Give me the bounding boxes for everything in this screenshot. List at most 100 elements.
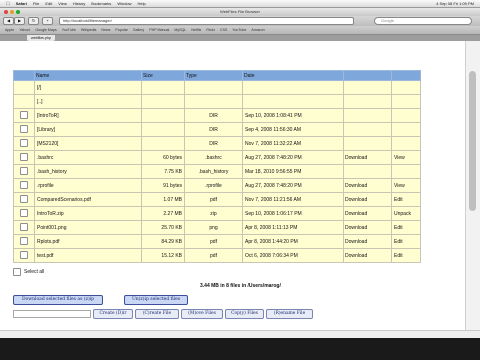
bookmark-item[interactable]: CSS xyxy=(220,28,227,32)
bookmark-item[interactable]: Flickr xyxy=(206,28,215,32)
download-link[interactable]: Download xyxy=(343,178,392,193)
bookmark-item[interactable]: Netflix xyxy=(191,28,201,32)
row-select-checkbox[interactable] xyxy=(13,206,35,221)
bookmark-item[interactable]: Amazon xyxy=(251,28,264,32)
checkbox[interactable] xyxy=(20,152,28,161)
checkbox[interactable] xyxy=(20,180,28,189)
download-link[interactable]: Download xyxy=(343,234,392,249)
column-header-date[interactable]: Date xyxy=(242,70,344,81)
file-action-link[interactable] xyxy=(391,80,421,95)
bookmark-item[interactable]: YouTube xyxy=(62,28,76,32)
rename-file-button[interactable]: (R)ename File xyxy=(266,309,313,319)
menu-item-file[interactable]: File xyxy=(33,1,39,6)
file-name-link[interactable]: Point001.png xyxy=(34,220,142,235)
bookmark-item[interactable]: Gallery xyxy=(133,28,144,32)
file-name-link[interactable]: [Library] xyxy=(34,122,142,137)
move-files-button[interactable]: (M)ove Files xyxy=(181,309,223,319)
file-action-link[interactable]: Edit xyxy=(391,192,421,207)
row-select-checkbox[interactable] xyxy=(13,192,35,207)
file-name-link[interactable]: [..] xyxy=(34,94,142,109)
download-link[interactable] xyxy=(343,94,392,109)
download-link[interactable] xyxy=(343,108,392,123)
download-link[interactable] xyxy=(343,122,392,137)
menu-item-help[interactable]: Help xyxy=(138,1,146,6)
bookmark-item[interactable]: MySQL xyxy=(174,28,186,32)
bookmark-item[interactable]: Apple xyxy=(5,28,14,32)
file-action-link[interactable] xyxy=(391,122,421,137)
file-name-link[interactable]: ComparedScenarios.pdf xyxy=(34,192,142,207)
file-name-link[interactable]: [/] xyxy=(34,80,142,95)
checkbox[interactable] xyxy=(20,166,28,175)
create-dir-button[interactable]: Create (D)ir xyxy=(93,309,133,319)
checkbox[interactable] xyxy=(20,236,28,245)
unzip-button[interactable]: Un(z)ip selected files xyxy=(124,295,188,305)
row-select-checkbox[interactable] xyxy=(13,122,35,137)
row-select-checkbox[interactable] xyxy=(13,150,35,165)
download-link[interactable] xyxy=(343,164,392,179)
file-name-link[interactable]: .rprofile xyxy=(34,178,142,193)
download-link[interactable]: Download xyxy=(343,248,392,263)
vertical-scrollbar[interactable] xyxy=(465,41,480,330)
file-action-link[interactable] xyxy=(391,164,421,179)
column-header-name[interactable]: Name xyxy=(34,70,142,81)
row-select-checkbox[interactable] xyxy=(13,220,35,235)
checkbox[interactable] xyxy=(20,194,28,203)
download-link[interactable]: Download xyxy=(343,206,392,221)
row-select-checkbox[interactable] xyxy=(13,178,35,193)
copy-files-button[interactable]: Cop(y) Files xyxy=(225,309,264,319)
file-action-link[interactable] xyxy=(391,136,421,151)
file-name-link[interactable]: .bash_history xyxy=(34,164,142,179)
menu-item-safari[interactable]: Safari xyxy=(16,1,27,6)
checkbox[interactable] xyxy=(20,250,28,259)
menu-item-window[interactable]: Window xyxy=(117,1,131,6)
back-icon[interactable]: ◀ xyxy=(3,17,14,25)
file-name-link[interactable]: test.pdf xyxy=(34,248,142,263)
file-action-link[interactable]: Edit xyxy=(391,220,421,235)
file-name-link[interactable]: [IntroToR] xyxy=(34,108,142,123)
download-link[interactable]: Download xyxy=(343,192,392,207)
row-select-checkbox[interactable] xyxy=(13,80,35,95)
download-link[interactable] xyxy=(343,80,392,95)
file-action-link[interactable]: Edit xyxy=(391,234,421,249)
download-link[interactable]: Download xyxy=(343,150,392,165)
bookmark-item[interactable]: Popular xyxy=(115,28,127,32)
window-titlebar[interactable]: WebFiles File Browser xyxy=(0,8,480,16)
close-window-icon[interactable] xyxy=(4,10,8,14)
apple-menu-icon[interactable]:  xyxy=(6,1,10,7)
checkbox[interactable] xyxy=(20,110,28,119)
filename-input[interactable] xyxy=(13,310,91,318)
bookmark-item[interactable]: PHP Manual xyxy=(149,28,169,32)
bookmark-item[interactable]: Yahoo! xyxy=(19,28,30,32)
file-action-link[interactable]: View xyxy=(391,150,421,165)
download-link[interactable] xyxy=(343,136,392,151)
file-name-link[interactable]: IntroToR.zip xyxy=(34,206,142,221)
row-select-checkbox[interactable] xyxy=(13,234,35,249)
row-select-checkbox[interactable] xyxy=(13,136,35,151)
file-name-link[interactable]: Rplots.pdf xyxy=(34,234,142,249)
checkbox[interactable] xyxy=(20,124,28,133)
column-header-size[interactable]: Size xyxy=(141,70,185,81)
create-file-button[interactable]: (C)reate File xyxy=(135,309,179,319)
file-action-link[interactable]: View xyxy=(391,178,421,193)
address-bar[interactable]: http://localhost/filemanager/ xyxy=(59,17,354,25)
file-action-link[interactable] xyxy=(391,108,421,123)
file-action-link[interactable] xyxy=(391,94,421,109)
menu-item-history[interactable]: History xyxy=(73,1,85,6)
checkbox[interactable] xyxy=(20,208,28,217)
download-zip-button[interactable]: Download selected files as (z)ip xyxy=(13,295,103,305)
file-action-link[interactable]: Edit xyxy=(391,248,421,263)
row-select-checkbox[interactable] xyxy=(13,248,35,263)
add-bookmark-icon[interactable]: + xyxy=(42,17,53,25)
zoom-window-icon[interactable] xyxy=(16,10,20,14)
minimize-window-icon[interactable] xyxy=(10,10,14,14)
row-select-checkbox[interactable] xyxy=(13,94,35,109)
reload-icon[interactable]: ↻ xyxy=(28,17,39,25)
select-all-checkbox[interactable] xyxy=(13,268,21,276)
download-link[interactable]: Download xyxy=(343,220,392,235)
checkbox[interactable] xyxy=(20,222,28,231)
forward-icon[interactable]: ▶ xyxy=(14,17,25,25)
row-select-checkbox[interactable] xyxy=(13,164,35,179)
menu-item-view[interactable]: View xyxy=(58,1,67,6)
row-select-checkbox[interactable] xyxy=(13,108,35,123)
bookmark-item[interactable]: Google Maps xyxy=(35,28,56,32)
